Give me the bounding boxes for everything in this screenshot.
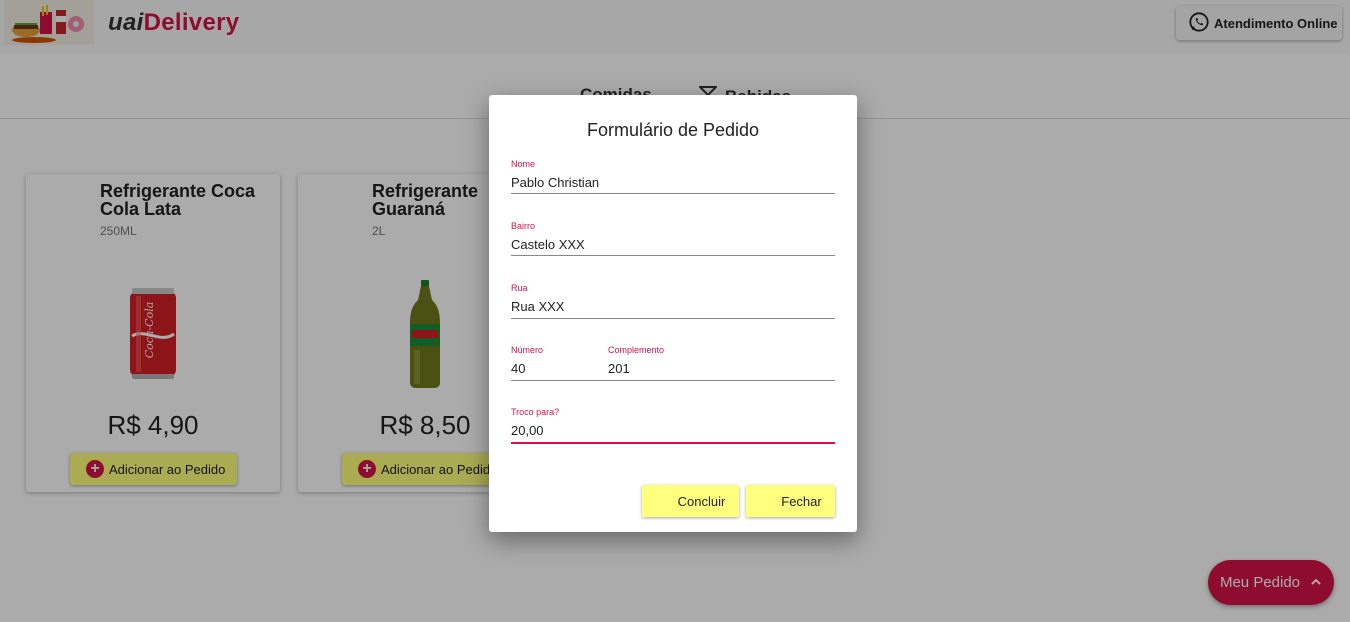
close-button[interactable]: Fechar <box>746 485 835 517</box>
street-input[interactable] <box>511 297 835 315</box>
complement-label: Complemento <box>608 345 665 355</box>
close-label: Fechar <box>781 493 822 509</box>
change-for-label: Troco para? <box>511 407 560 417</box>
complement-input[interactable] <box>608 359 842 377</box>
confirm-label: Concluir <box>677 493 726 509</box>
order-form-dialog: Formulário de Pedido Nome Bairro Rua Núm… <box>489 95 857 532</box>
neighborhood-input[interactable] <box>511 235 835 253</box>
number-input[interactable] <box>511 359 601 377</box>
name-field: Nome <box>511 159 835 194</box>
complement-field: Complemento <box>601 345 842 381</box>
number-field: Número <box>511 345 601 381</box>
name-input[interactable] <box>511 173 835 191</box>
number-label: Número <box>511 345 544 355</box>
confirm-button[interactable]: Concluir <box>642 485 739 517</box>
dialog-title: Formulário de Pedido <box>586 120 760 140</box>
name-label: Nome <box>511 159 536 169</box>
street-label: Rua <box>511 283 528 293</box>
neighborhood-label: Bairro <box>511 221 536 231</box>
change-for-input[interactable] <box>511 421 835 439</box>
street-field: Rua <box>511 283 835 319</box>
neighborhood-field: Bairro <box>511 221 835 256</box>
change-for-field: Troco para? <box>511 407 835 444</box>
